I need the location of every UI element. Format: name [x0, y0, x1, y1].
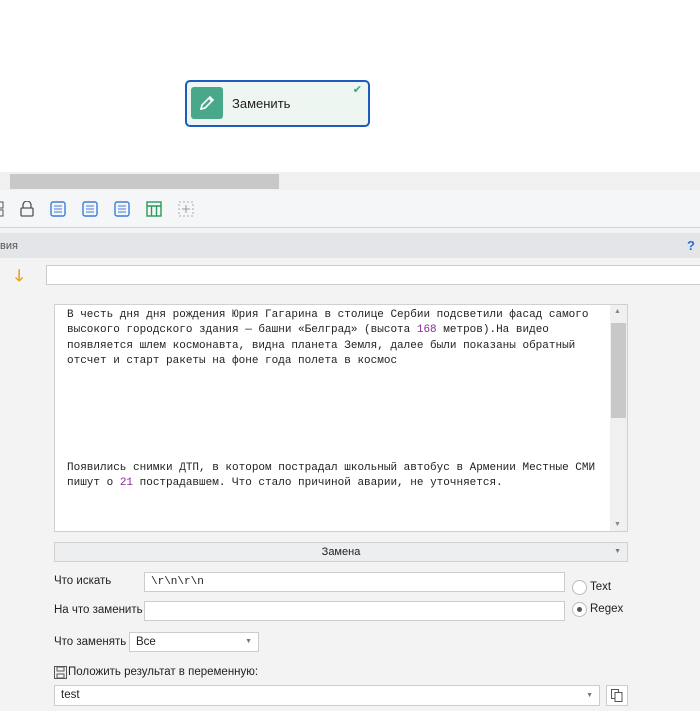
chevron-down-icon: ▼	[586, 692, 593, 699]
arrow-down-icon: 🡓	[15, 268, 24, 285]
replace-label: На что заменить	[54, 604, 143, 616]
result-label: Положить результат в переменную:	[68, 666, 259, 678]
what-value: Все	[136, 636, 156, 648]
mode-value: Замена	[321, 546, 361, 558]
node-label: Заменить	[232, 96, 291, 111]
toolbar	[0, 190, 700, 228]
what-dropdown[interactable]: Все ▼	[129, 632, 259, 652]
radio-text-label: Text	[590, 581, 612, 593]
scrollbar-thumb[interactable]	[10, 174, 279, 189]
list-icon[interactable]	[81, 200, 99, 218]
input-field[interactable]	[46, 265, 700, 285]
list-icon[interactable]	[113, 200, 131, 218]
link-icon[interactable]	[0, 200, 10, 218]
list-icon[interactable]	[49, 200, 67, 218]
copy-icon	[611, 689, 623, 702]
add-icon[interactable]	[177, 200, 195, 218]
pencil-icon	[191, 87, 223, 119]
radio-regex[interactable]	[572, 602, 587, 617]
mode-dropdown[interactable]: Замена ▼	[54, 542, 628, 562]
text-paragraph-2: Появились снимки ДТП, в котором пострада…	[67, 461, 602, 490]
table-icon[interactable]	[145, 200, 163, 218]
scrollbar-thumb[interactable]	[611, 323, 626, 418]
section-title: вия	[0, 240, 18, 252]
search-label: Что искать	[54, 575, 112, 587]
scroll-up-icon[interactable]: ▲	[614, 308, 621, 315]
radio-regex-label: Regex	[590, 603, 624, 615]
help-icon[interactable]: ?	[687, 238, 695, 253]
text-paragraph-1: В честь дня дня рождения Юрия Гагарина в…	[67, 309, 596, 367]
input-text-area[interactable]: В честь дня дня рождения Юрия Гагарина в…	[54, 304, 628, 532]
save-icon	[54, 666, 67, 682]
chevron-down-icon: ▼	[245, 638, 252, 645]
vertical-scrollbar[interactable]: ▲ ▼	[610, 305, 627, 531]
replace-action-node[interactable]: Заменить ✔	[185, 80, 370, 127]
chevron-down-icon: ▼	[614, 548, 621, 555]
result-value: test	[61, 689, 80, 701]
scroll-down-icon[interactable]: ▼	[614, 521, 621, 528]
replace-input[interactable]	[144, 601, 565, 621]
search-input[interactable]: \r\n\r\n	[144, 572, 565, 592]
lock-icon[interactable]	[18, 200, 36, 218]
what-label: Что заменять	[54, 636, 127, 648]
section-header: вия ?	[0, 233, 700, 258]
result-variable-dropdown[interactable]: test ▼	[54, 685, 600, 706]
check-icon: ✔	[352, 84, 362, 96]
copy-button[interactable]	[606, 685, 628, 706]
radio-text[interactable]	[572, 580, 587, 595]
